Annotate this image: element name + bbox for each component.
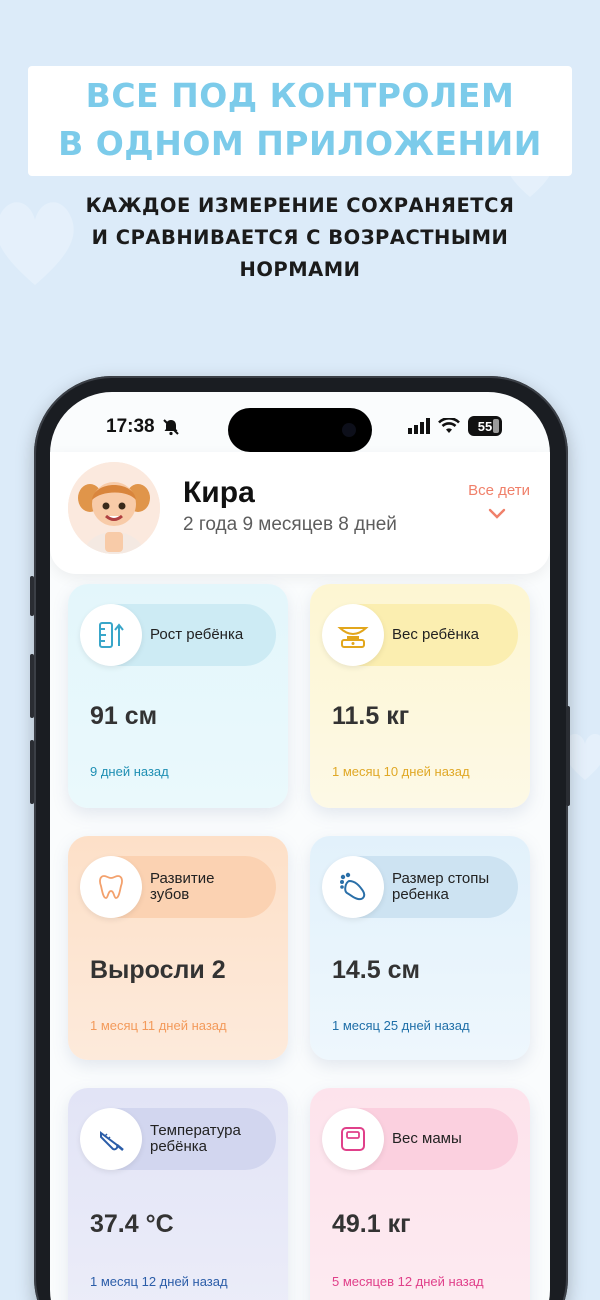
phone-screen: 17:38 55 Кира 2 года 9 месяцев 8 дней Вс… [50,392,550,1300]
phone-side-button [30,654,34,718]
phone-side-button [30,576,34,616]
phone-side-button [566,706,570,806]
height-card[interactable]: Рост ребёнка 91 см 9 дней назад [68,584,288,808]
teeth-label: Развитие зубов [150,856,274,918]
child-age: 2 года 9 месяцев 8 дней [183,514,397,535]
weight-label: Вес ребёнка [392,626,479,643]
teeth-date: 1 месяц 11 дней назад [90,1018,227,1033]
child-name: Кира [183,476,255,509]
battery-icon: 55 [468,416,502,436]
height-pill: Рост ребёнка [80,604,276,666]
teeth-label-line: Развитие [150,870,215,887]
thermometer-icon [80,1108,142,1170]
weight-date: 1 месяц 10 дней назад [332,764,470,779]
promo-headline: ВСЕ ПОД КОНТРОЛЕМ В ОДНОМ ПРИЛОЖЕНИИ [0,72,600,168]
headline-line: ВСЕ ПОД КОНТРОЛЕМ [85,76,515,115]
camera-icon [342,423,356,437]
mom-weight-label: Вес мамы [392,1130,462,1147]
phone-side-button [30,740,34,804]
temperature-pill: Температура ребёнка [80,1108,276,1170]
mom-weight-date: 5 месяцев 12 дней назад [332,1274,484,1289]
foot-icon [322,856,384,918]
temperature-card[interactable]: Температура ребёнка 37.4 °C 1 месяц 12 дн… [68,1088,288,1300]
status-time: 17:38 [106,416,155,437]
child-portrait-icon [68,462,160,554]
mom-weight-value: 49.1 кг [332,1210,411,1238]
weight-card[interactable]: Вес ребёнка 11.5 кг 1 месяц 10 дней наза… [310,584,530,808]
temperature-value: 37.4 °C [90,1210,174,1238]
promo-subline: КАЖДОЕ ИЗМЕРЕНИЕ СОХРАНЯЕТСЯ И СРАВНИВАЕ… [0,190,600,286]
headline-line: В ОДНОМ ПРИЛОЖЕНИИ [58,124,542,163]
foot-card[interactable]: Размер стопы ребенка 14.5 см 1 месяц 25 д… [310,836,530,1060]
foot-pill: Размер стопы ребенка [322,856,518,918]
scale-icon [322,604,384,666]
teeth-pill: Развитие зубов [80,856,276,918]
child-header: Кира 2 года 9 месяцев 8 дней Все дети [50,452,550,574]
bathroom-scale-icon [322,1108,384,1170]
weight-pill: Вес ребёнка [322,604,518,666]
subline-line: И СРАВНИВАЕТСЯ С ВОЗРАСТНЫМИ [91,226,509,249]
temperature-date: 1 месяц 12 дней назад [90,1274,228,1289]
height-date: 9 дней назад [90,764,169,779]
avatar[interactable] [68,462,160,554]
subline-line: КАЖДОЕ ИЗМЕРЕНИЕ СОХРАНЯЕТСЯ [85,194,515,217]
chevron-down-icon[interactable] [488,508,506,520]
foot-date: 1 месяц 25 дней назад [332,1018,470,1033]
temperature-label-line: Температура [150,1122,241,1139]
bell-muted-icon [163,419,179,436]
tooth-icon [80,856,142,918]
mom-weight-pill: Вес мамы [322,1108,518,1170]
teeth-value: Выросли 2 [90,956,226,984]
all-kids-button[interactable]: Все дети [468,482,530,499]
height-label: Рост ребёнка [150,626,244,643]
foot-label: Размер стопы ребенка [392,856,516,918]
battery-level-text: 55 [477,418,493,434]
temperature-label: Температура ребёнка [150,1108,274,1170]
teeth-card[interactable]: Развитие зубов Выросли 2 1 месяц 11 дней … [68,836,288,1060]
foot-label-line: Размер стопы [392,870,490,887]
wifi-icon [438,418,460,433]
teeth-label-line: зубов [150,886,190,903]
mom-weight-card[interactable]: Вес мамы 49.1 кг 5 месяцев 12 дней назад [310,1088,530,1300]
subline-line: НОРМАМИ [239,258,361,281]
cellular-signal-icon [408,418,430,434]
status-icons: 55 [408,416,502,436]
height-value: 91 см [90,702,158,730]
dynamic-island [228,408,372,452]
temperature-label-line: ребёнка [150,1138,207,1155]
ruler-icon [80,604,142,666]
foot-label-line: ребенка [392,886,449,903]
foot-value: 14.5 см [332,956,421,984]
weight-value: 11.5 кг [332,702,410,730]
